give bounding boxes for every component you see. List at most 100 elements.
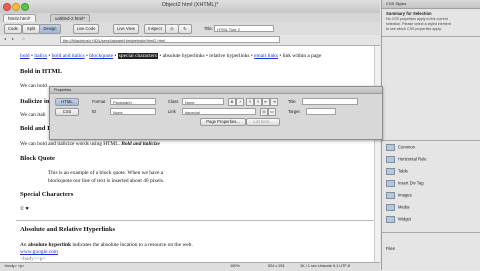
class-select[interactable]: None [182, 98, 224, 105]
nav-link-email[interactable]: email links [254, 53, 278, 59]
summary-text-3: to see which CSS properties apply. [386, 27, 442, 31]
format-select[interactable]: Paragraph [110, 98, 156, 105]
files-panel-label[interactable]: Files [386, 246, 395, 251]
summary-text-2: selection. Please select a styled elemen… [386, 22, 451, 26]
outdent-icon[interactable]: ⇤ [262, 98, 270, 106]
nav-separator: • [159, 53, 162, 59]
para-bold-italic-text: We can bold and italicize words using HT… [20, 141, 120, 147]
insert-item-images-label: Images [398, 192, 412, 198]
blockquote-line-1: This is an example of a block quote. Whe… [48, 170, 164, 176]
nav-link-bold[interactable]: bold [20, 53, 30, 59]
panel-title[interactable]: CSS Styles [386, 1, 406, 6]
media-icon [386, 204, 395, 211]
split-view-button[interactable]: Split [22, 24, 40, 34]
code-view-button[interactable]: Code [4, 24, 22, 34]
window-title: Object2 html (XHTML)* [161, 2, 219, 8]
nav-link-special-characters-selected[interactable]: special characters [117, 53, 158, 59]
properties-title[interactable]: Properties [54, 88, 71, 92]
nav-link-italics[interactable]: italics [34, 53, 47, 59]
nav-separator: • [30, 53, 33, 59]
browse-folder-icon[interactable]: ▭ [268, 108, 276, 116]
link-google[interactable]: www.google.com [20, 249, 58, 255]
title-field-input[interactable] [302, 98, 358, 105]
ordered-list-icon[interactable]: ≡ [254, 98, 262, 106]
insert-item-div-label: Insert Div Tag [398, 180, 424, 186]
window-size[interactable]: 524 x 251 [268, 264, 285, 268]
point-to-file-icon[interactable]: ◎ [260, 108, 268, 116]
target-select[interactable] [306, 108, 336, 115]
nav-separator: • [206, 53, 208, 59]
para-absolute-post: indicates the absolute location to a res… [72, 242, 193, 248]
design-view[interactable]: bold • italics • bold and italics • bloc… [0, 46, 380, 265]
panel-divider [382, 36, 480, 37]
para-absolute: An absolute hyperlink indicates the abso… [20, 242, 193, 248]
unordered-list-icon[interactable]: ≡ [246, 98, 254, 106]
forward-arrow-icon[interactable]: ▸ [12, 36, 14, 41]
zoom-level[interactable]: 100% [230, 264, 240, 268]
page-properties-button[interactable]: Page Properties... [200, 118, 246, 126]
nav-separator: • [279, 53, 282, 59]
properties-panel: Properties HTML CSS Format Paragraph ID … [49, 86, 383, 140]
title-field-label: Title [288, 99, 296, 104]
id-select[interactable]: None [110, 108, 156, 115]
title-input[interactable]: HTML Tute 2 [214, 25, 274, 32]
file-info: 1K / 1 sec Unicode 5.1 UTF-8 [300, 264, 351, 268]
summary-title: Summary for Selection [386, 11, 432, 16]
heading-italic: Italicize in [20, 98, 50, 105]
link-input[interactable]: #special [182, 108, 256, 115]
document-toolbar: Code Split Design Live Code Live View In… [0, 22, 380, 36]
div-icon [386, 180, 395, 187]
special-characters-text: © ♥ [20, 206, 29, 212]
insert-item-images[interactable]: Images [386, 192, 412, 199]
italic-button[interactable]: I [236, 98, 244, 106]
format-label: Format [92, 99, 106, 104]
content-scrollbar[interactable] [374, 46, 380, 265]
design-view-button[interactable]: Design [39, 24, 61, 34]
address-input[interactable]: file:///Macintosh HD/Users/tabsgel/htmlw… [60, 36, 280, 43]
heading-bold: Bold in HTML [20, 68, 63, 75]
title-label: Title: [204, 26, 213, 31]
bold-button[interactable]: B [228, 98, 236, 106]
home-icon[interactable]: ⌂ [22, 36, 25, 41]
properties-header: Properties [50, 87, 382, 94]
window-title-bar: Object2 html (XHTML)* [0, 0, 380, 14]
list-item-button[interactable]: List Item... [246, 118, 280, 126]
insert-item-table-label: Table [398, 168, 409, 174]
insert-item-media[interactable]: Media [386, 204, 409, 211]
back-arrow-icon[interactable]: ◂ [4, 36, 6, 41]
tag-selector[interactable]: <body> <p> [4, 264, 24, 268]
css-mode-button[interactable]: CSS [55, 108, 79, 116]
nav-link-bold-italics[interactable]: bold and italics [52, 53, 85, 59]
inspect-button[interactable]: Inspect [144, 24, 166, 34]
insert-item-table[interactable]: Table [386, 168, 408, 175]
heading-bold-italic: Bold and It [20, 125, 52, 132]
insert-item-hr[interactable]: Horizontal Rule [386, 156, 427, 163]
para-italic: We can itali [20, 112, 46, 118]
para-bold: We can bold [20, 83, 47, 89]
link-label: Link [168, 109, 176, 114]
nav-text-absolute: absolute hyperlinks [162, 53, 205, 59]
nav-separator: • [250, 53, 253, 59]
files-divider [382, 232, 480, 233]
live-code-button[interactable]: Live Code [73, 24, 99, 34]
nav-separator: • [114, 53, 117, 59]
para-bold-italic: We can bold and italicize words using HT… [20, 141, 160, 147]
right-panel: CSS Styles Summary for Selection No CSS … [381, 0, 480, 270]
table-icon [386, 168, 395, 175]
nav-link-blockquote[interactable]: blockquote [89, 53, 113, 59]
heading-blockquote: Block Quote [20, 155, 55, 162]
live-view-button[interactable]: Live View [113, 24, 139, 34]
insert-item-hr-label: Horizontal Rule [398, 156, 427, 162]
indent-icon[interactable]: ⇥ [270, 98, 278, 106]
refresh-icon[interactable]: ↻ [178, 24, 192, 34]
insert-item-div[interactable]: Insert Div Tag [386, 180, 424, 187]
id-label: ID [92, 109, 97, 114]
insert-item-media-label: Media [398, 204, 410, 210]
para-absolute-pre: An [20, 242, 27, 248]
insert-item-widget[interactable]: Widget [386, 216, 411, 223]
horizontal-rule [16, 220, 376, 221]
html-mode-button[interactable]: HTML [55, 98, 79, 106]
globe-icon[interactable]: ◎ [165, 24, 179, 34]
insert-item-common[interactable]: Common [386, 144, 415, 151]
link-google-text[interactable]: www.google.com [20, 249, 58, 255]
